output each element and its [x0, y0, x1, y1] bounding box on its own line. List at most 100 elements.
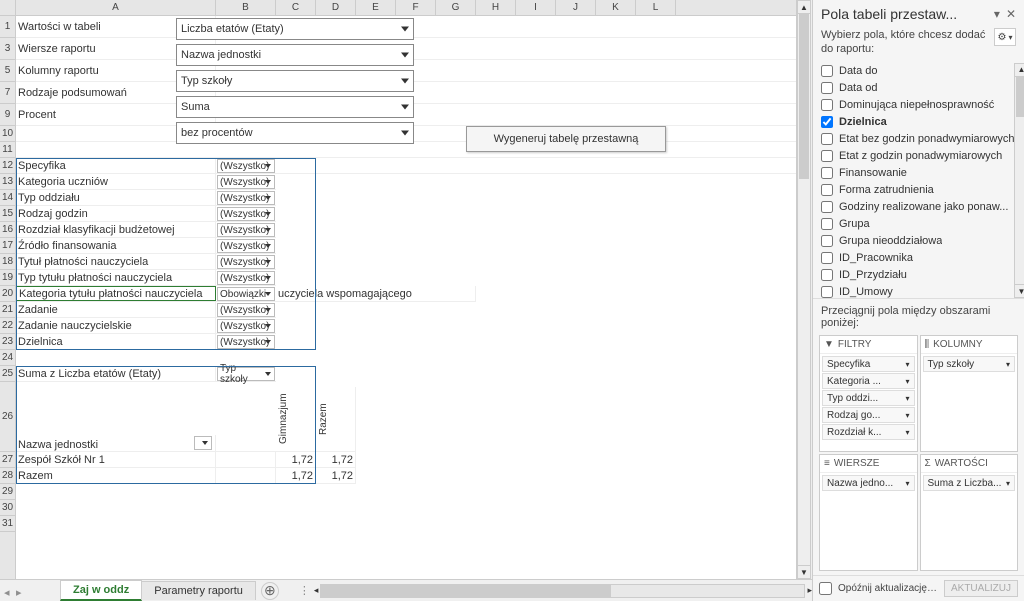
col-header[interactable]: I [516, 0, 556, 15]
columns-box[interactable]: ⫼KOLUMNY Typ szkoły [920, 335, 1019, 452]
field-checkbox[interactable] [821, 116, 833, 128]
filter-dropdown[interactable]: (Wszystko) [217, 271, 275, 285]
field-item[interactable]: ID_Umowy [821, 284, 1014, 299]
field-item[interactable]: Forma zatrudnienia [821, 182, 1014, 199]
filter-dropdown[interactable]: (Wszystko) [217, 335, 275, 349]
filter-dropdown[interactable]: (Wszystko) [217, 223, 275, 237]
area-item[interactable]: Specyfika [822, 356, 915, 372]
filter-dropdown[interactable]: (Wszystko) [217, 239, 275, 253]
row-header[interactable]: 30 [0, 500, 15, 516]
field-checkbox[interactable] [821, 201, 833, 213]
values-box[interactable]: ΣWARTOŚCI Suma z Liczba... [920, 454, 1019, 571]
row-header[interactable]: 1 [0, 16, 15, 38]
row-header[interactable]: 18 [0, 254, 15, 270]
row-label-dropdown[interactable] [194, 436, 212, 450]
area-item[interactable]: Rodzaj go... [822, 407, 915, 423]
field-item[interactable]: Grupa nieoddziałowa [821, 233, 1014, 250]
row-header[interactable]: 29 [0, 484, 15, 500]
scroll-thumb-h[interactable] [321, 585, 611, 597]
col-header[interactable]: G [436, 0, 476, 15]
dropdown-values[interactable]: Liczba etatów (Etaty) [176, 18, 414, 40]
filter-dropdown[interactable]: (Wszystko) [217, 207, 275, 221]
filters-box[interactable]: ▼FILTRY SpecyfikaKategoria ...Typ oddzi.… [819, 335, 918, 452]
scroll-thumb[interactable] [1016, 77, 1024, 117]
field-item[interactable]: Finansowanie [821, 165, 1014, 182]
field-item[interactable]: Etat bez godzin ponadwymiarowych [821, 131, 1014, 148]
scroll-up-icon[interactable]: ▲ [1014, 63, 1024, 77]
field-checkbox[interactable] [821, 133, 833, 145]
filter-dropdown[interactable]: (Wszystko) [217, 159, 275, 173]
col-header[interactable]: J [556, 0, 596, 15]
row-header[interactable]: 17 [0, 238, 15, 254]
row-header[interactable]: 23 [0, 334, 15, 350]
pivot-col-dropdown[interactable]: Typ szkoły [217, 367, 275, 381]
row-header[interactable]: 16 [0, 222, 15, 238]
field-item[interactable]: Data do [821, 63, 1014, 80]
field-item[interactable]: Dominująca niepełnosprawność [821, 97, 1014, 114]
row-header[interactable]: 26 [0, 382, 15, 452]
generate-pivot-button[interactable]: Wygeneruj tabelę przestawną [466, 126, 666, 152]
col-header[interactable]: C [276, 0, 316, 15]
col-header[interactable]: E [356, 0, 396, 15]
area-item[interactable]: Typ oddzi... [822, 390, 915, 406]
field-checkbox[interactable] [821, 150, 833, 162]
row-header[interactable]: 10 [0, 126, 15, 142]
row-header[interactable]: 21 [0, 302, 15, 318]
col-header[interactable]: B [216, 0, 276, 15]
update-button[interactable]: AKTUALIZUJ [944, 580, 1018, 597]
horizontal-scrollbar[interactable]: ⋮ ◂ ▸ [299, 584, 812, 598]
rows-box[interactable]: ≡WIERSZE Nazwa jedno... [819, 454, 918, 571]
row-header[interactable]: 27 [0, 452, 15, 468]
add-sheet-button[interactable]: ⊕ [261, 582, 279, 600]
area-item[interactable]: Kategoria ... [822, 373, 915, 389]
tab-navigation[interactable]: ◂ ▸ [4, 586, 26, 596]
field-item[interactable]: Dzielnica [821, 114, 1014, 131]
col-header[interactable]: L [636, 0, 676, 15]
tab-last-icon[interactable]: ▸ [16, 586, 26, 596]
scroll-up-icon[interactable]: ▲ [797, 0, 811, 14]
field-checkbox[interactable] [821, 184, 833, 196]
field-checkbox[interactable] [821, 235, 833, 247]
filter-dropdown[interactable]: (Wszystko) [217, 319, 275, 333]
col-header[interactable]: F [396, 0, 436, 15]
gear-icon[interactable]: ⚙ [994, 28, 1016, 46]
col-header[interactable]: A [16, 0, 216, 15]
tab-other[interactable]: Parametry raportu [141, 581, 256, 600]
field-scrollbar[interactable]: ▲ ▼ [1014, 63, 1024, 299]
dropdown-summary[interactable]: Suma [176, 96, 414, 118]
filter-dropdown[interactable]: (Wszystko) [217, 191, 275, 205]
grid[interactable]: A B C D E F G H I J K L Wartości w tabel… [16, 0, 796, 579]
col-header[interactable]: H [476, 0, 516, 15]
field-item[interactable]: Godziny realizowane jako ponaw... [821, 199, 1014, 216]
field-item[interactable]: Etat z godzin ponadwymiarowych [821, 148, 1014, 165]
filter-dropdown[interactable]: Obowiązki [217, 287, 275, 301]
vertical-scrollbar[interactable]: ▲ ▼ [796, 0, 812, 579]
scroll-down-icon[interactable]: ▼ [797, 565, 811, 579]
field-item[interactable]: ID_Pracownika [821, 250, 1014, 267]
col-header[interactable]: K [596, 0, 636, 15]
dropdown-percent[interactable]: bez procentów [176, 122, 414, 144]
field-item[interactable]: ID_Przydziału [821, 267, 1014, 284]
row-header[interactable]: 22 [0, 318, 15, 334]
field-checkbox[interactable] [821, 99, 833, 111]
pane-close-icon[interactable]: ✕ [1006, 7, 1016, 21]
field-item[interactable]: Grupa [821, 216, 1014, 233]
row-header[interactable]: 31 [0, 516, 15, 532]
field-checkbox[interactable] [821, 218, 833, 230]
col-header[interactable]: D [316, 0, 356, 15]
scroll-down-icon[interactable]: ▼ [1014, 284, 1024, 298]
row-header[interactable]: 15 [0, 206, 15, 222]
defer-checkbox[interactable] [819, 582, 832, 595]
field-checkbox[interactable] [821, 286, 833, 298]
tab-active[interactable]: Zaj w oddz [60, 580, 142, 601]
area-item[interactable]: Rozdział k... [822, 424, 915, 440]
tab-first-icon[interactable]: ◂ [4, 586, 14, 596]
row-header[interactable]: 7 [0, 82, 15, 104]
field-checkbox[interactable] [821, 82, 833, 94]
row-header[interactable]: 25 [0, 366, 15, 382]
row-header[interactable]: 9 [0, 104, 15, 126]
row-header[interactable]: 11 [0, 142, 15, 158]
field-checkbox[interactable] [821, 252, 833, 264]
row-header[interactable]: 13 [0, 174, 15, 190]
row-header[interactable]: 19 [0, 270, 15, 286]
